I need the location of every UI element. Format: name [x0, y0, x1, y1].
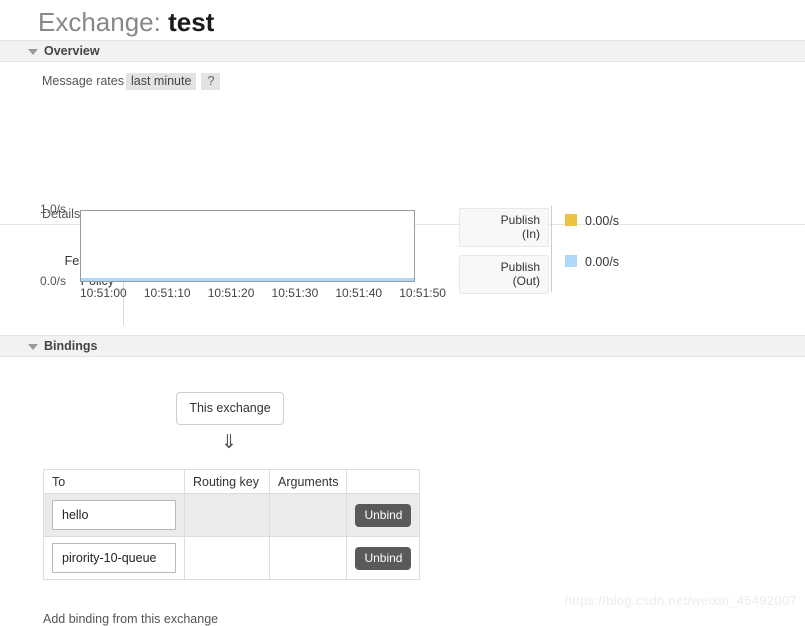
binding-arguments-cell: [268, 536, 348, 580]
legend-divider: [551, 206, 552, 292]
page-title: Exchange: test: [0, 0, 805, 40]
section-label-overview: Overview: [44, 44, 100, 58]
publish-in-label-line1: Publish: [500, 213, 540, 227]
x-axis-tick: 10:51:50: [399, 286, 446, 300]
publish-in-button[interactable]: Publish (In): [459, 208, 549, 247]
legend-swatch-icon: [565, 214, 577, 226]
chevron-down-icon: [28, 344, 38, 350]
publish-out-value: 0.00/s: [585, 255, 620, 269]
series-line-publish-out: [81, 278, 414, 281]
publish-in-label-line2: (In): [522, 227, 540, 241]
message-rates-label: Message rates: [42, 74, 124, 88]
x-axis-tick: 10:51:00: [80, 286, 127, 300]
binding-arguments-cell: [268, 493, 348, 537]
page-title-prefix: Exchange:: [38, 7, 169, 37]
chart-legend: 0.00/s 0.00/s: [565, 208, 619, 290]
this-exchange-node: This exchange: [176, 392, 284, 425]
section-header-overview[interactable]: Overview: [0, 40, 805, 62]
help-icon[interactable]: ?: [201, 73, 221, 90]
rate-series-buttons: Publish (In) Publish (Out): [459, 208, 549, 302]
binding-routing-key-cell: [184, 493, 270, 537]
column-header-arguments: Arguments: [268, 469, 348, 494]
legend-entry-publish-in: 0.00/s: [565, 208, 619, 249]
section-header-bindings[interactable]: Bindings: [0, 335, 805, 357]
unbind-button[interactable]: Unbind: [355, 546, 412, 570]
binding-to-cell: pirority-10-queue: [43, 536, 185, 580]
queue-link-hello[interactable]: hello: [52, 500, 176, 530]
binding-routing-key-cell: [184, 536, 270, 580]
legend-entry-publish-out: 0.00/s: [565, 249, 619, 290]
message-rates-controls: Message rates last minute?: [0, 62, 805, 90]
section-label-bindings: Bindings: [44, 339, 98, 353]
table-row[interactable]: hello Unbind: [43, 493, 421, 537]
x-axis-tick: 10:51:20: [207, 286, 255, 300]
publish-in-value: 0.00/s: [585, 214, 620, 228]
column-header-action: [346, 469, 421, 494]
bindings-header-row: To Routing key Arguments: [43, 469, 421, 494]
unbind-button[interactable]: Unbind: [355, 503, 412, 527]
column-header-routing-key: Routing key: [184, 469, 270, 494]
chevron-down-icon: [28, 49, 38, 55]
legend-swatch-icon: [565, 255, 577, 267]
x-axis-tick: 10:51:10: [143, 286, 191, 300]
add-binding-heading: Add binding from this exchange: [43, 612, 219, 626]
binding-action-cell: Unbind: [346, 493, 421, 537]
publish-out-label-line1: Publish: [500, 260, 540, 274]
chart-plot-area: [80, 210, 415, 282]
binding-action-cell: Unbind: [346, 536, 421, 580]
rate-period-chip[interactable]: last minute: [125, 73, 197, 90]
queue-link-pirority-10-queue[interactable]: pirority-10-queue: [52, 543, 176, 573]
exchange-name: test: [168, 7, 215, 37]
table-row[interactable]: pirority-10-queue Unbind: [43, 536, 421, 580]
column-header-to: To: [43, 469, 185, 494]
x-axis-tick: 10:51:40: [335, 286, 383, 300]
bindings-table: To Routing key Arguments hello Unbind pi…: [43, 469, 421, 580]
message-rates-chart: 1.0/s 0.0/s 10:51:00 10:51:10 10:51:20 1…: [0, 94, 805, 300]
publish-out-button[interactable]: Publish (Out): [459, 255, 549, 294]
x-axis-ticks: 10:51:00 10:51:10 10:51:20 10:51:30 10:5…: [80, 286, 446, 300]
down-arrow-icon: ⇓: [221, 432, 237, 453]
publish-out-label-line2: (Out): [512, 274, 540, 288]
watermark: https://blog.csdn.net/weixin_45492007: [564, 593, 797, 608]
binding-to-cell: hello: [43, 493, 185, 537]
x-axis-tick: 10:51:30: [271, 286, 319, 300]
